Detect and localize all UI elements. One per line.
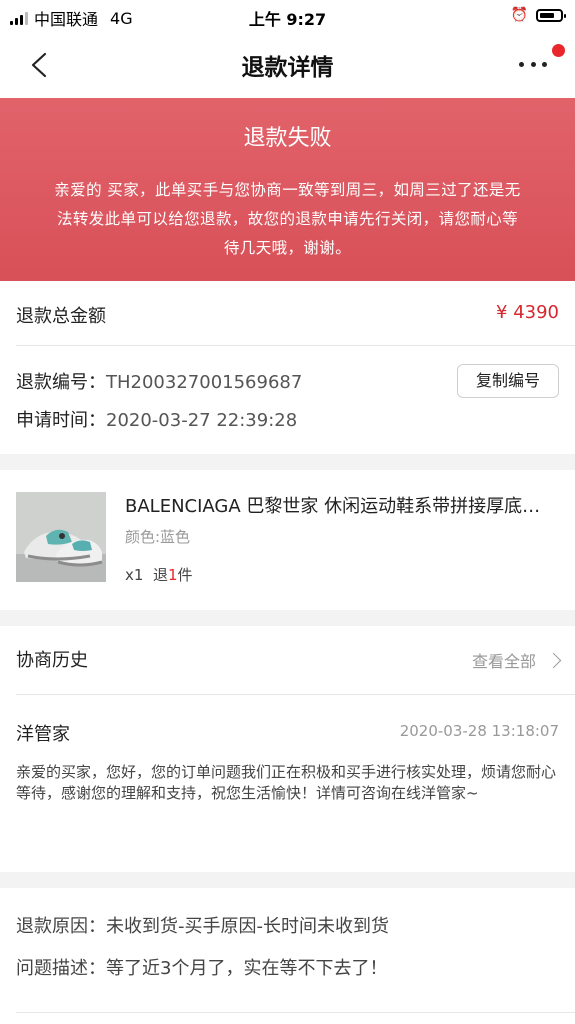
refund-number-label: 退款编号：	[16, 372, 106, 393]
section-gap	[0, 872, 575, 888]
refund-number-line: 退款编号：TH200327001569687	[16, 368, 302, 394]
status-bar: 中国联通 4G 上午 9:27 ⏰	[0, 0, 575, 34]
divider	[16, 694, 575, 695]
alarm-icon: ⏰	[510, 7, 528, 23]
apply-time-value: 2020-03-27 22:39:28	[106, 410, 298, 431]
product-refund-count: 1	[167, 566, 178, 584]
product-name[interactable]: BALENCIAGA 巴黎世家 休闲运动鞋系带拼接厚底老爹鞋	[125, 492, 557, 518]
product-image[interactable]	[16, 492, 106, 582]
view-all-link[interactable]: 查看全部	[471, 648, 562, 672]
problem-desc-label: 问题描述：	[16, 958, 106, 979]
problem-desc-value: 等了近3个月了，实在等不下去了！	[106, 958, 388, 979]
view-all-label: 查看全部	[471, 652, 536, 671]
refund-reason-value: 未收到货-买手原因-长时间未收到货	[106, 916, 389, 937]
divider	[16, 1012, 575, 1013]
section-gap	[0, 610, 575, 626]
history-title: 协商历史	[16, 650, 88, 671]
product-quantity-prefix: x1 退	[125, 566, 168, 584]
message-time: 2020-03-28 13:18:07	[399, 722, 559, 740]
refund-reason-line: 退款原因：未收到货-买手原因-长时间未收到货	[16, 912, 389, 938]
refund-amount-value: ¥ 4390	[496, 302, 559, 323]
product-quantity: x1 退1件	[125, 564, 193, 585]
apply-time-label: 申请时间：	[16, 410, 106, 431]
refund-amount-label: 退款总金额	[16, 306, 106, 327]
refund-amount-row: 退款总金额 ¥ 4390	[0, 281, 575, 345]
refund-status-banner: 退款失败 亲爱的 买家，此单买手与您协商一致等到周三，如周三过了还是无法转发此单…	[0, 98, 575, 281]
refund-status-title: 退款失败	[243, 126, 332, 151]
message-sender: 洋管家	[16, 724, 70, 745]
page-title: 退款详情	[241, 55, 334, 81]
copy-number-button[interactable]: 复制编号	[457, 364, 559, 398]
product-quantity-suffix: 件	[177, 566, 193, 584]
refund-reason-section: 退款原因：未收到货-买手原因-长时间未收到货 问题描述：等了近3个月了，实在等不…	[0, 888, 575, 1024]
refund-number-value: TH200327001569687	[106, 372, 303, 393]
status-time: 上午 9:27	[248, 10, 327, 29]
product-card[interactable]: BALENCIAGA 巴黎世家 休闲运动鞋系带拼接厚底老爹鞋 颜色:蓝色 x1 …	[0, 470, 575, 608]
problem-desc-line: 问题描述：等了近3个月了，实在等不下去了！	[16, 954, 387, 980]
message-body: 亲爱的买家，您好，您的订单问题我们正在积极和买手进行核实处理，烦请您耐心等待，感…	[16, 763, 557, 802]
product-color: 颜色:蓝色	[125, 528, 191, 546]
nav-bar: 退款详情	[0, 34, 575, 98]
chevron-right-icon	[545, 652, 562, 668]
more-icon[interactable]	[519, 62, 547, 70]
section-gap	[0, 454, 575, 470]
status-right: ⏰	[510, 7, 566, 23]
battery-icon	[536, 8, 566, 22]
refund-status-message: 亲爱的 买家，此单买手与您协商一致等到周三，如周三过了还是无法转发此单可以给您退…	[54, 181, 521, 257]
refund-info: 退款编号：TH200327001569687 复制编号 申请时间：2020-03…	[0, 346, 575, 454]
notification-badge	[552, 44, 565, 57]
negotiation-history: 协商历史 查看全部 洋管家 2020-03-28 13:18:07 亲爱的买家，…	[0, 626, 575, 872]
refund-reason-label: 退款原因：	[16, 916, 106, 937]
apply-time-line: 申请时间：2020-03-27 22:39:28	[16, 406, 297, 432]
